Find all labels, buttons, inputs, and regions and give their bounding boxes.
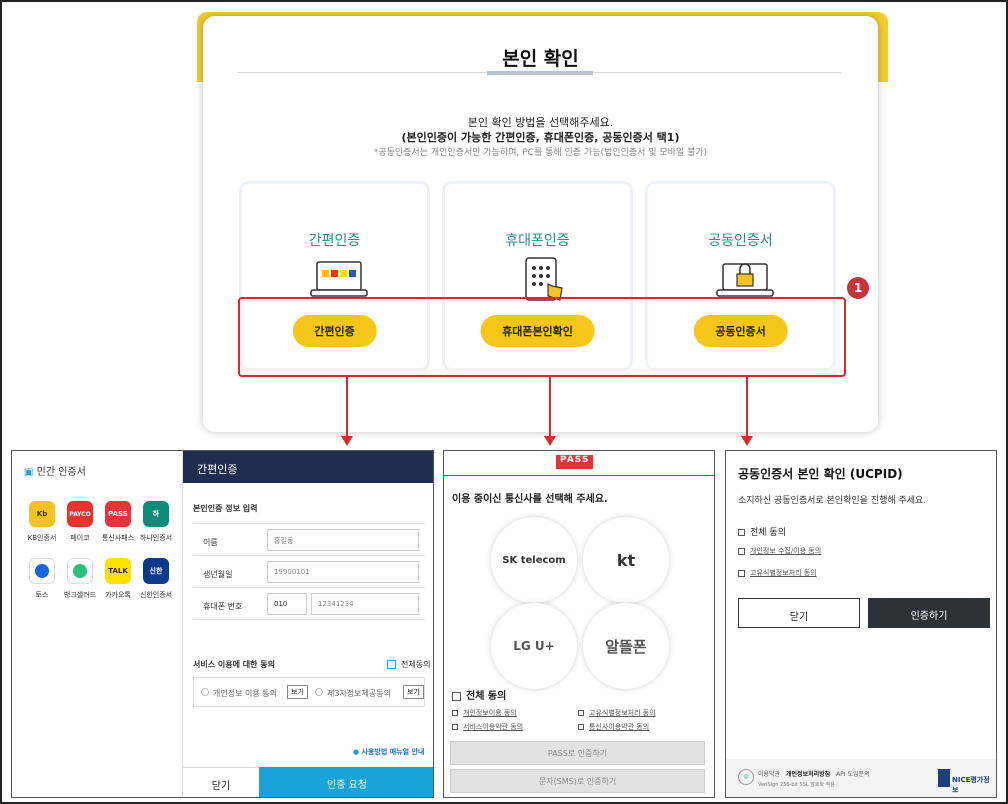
birth-field[interactable]: 19900101 <box>267 561 419 583</box>
certificate-note: *공동인증서는 개인인증서만 가능하며, PC를 통해 인증 가능(법인인증서 … <box>373 148 708 158</box>
arrow-down-icon <box>741 436 753 446</box>
pass-icon: PASS <box>105 501 131 527</box>
title-underline <box>487 71 593 75</box>
user-icon: ● <box>353 748 362 756</box>
step-badge: 1 <box>847 277 869 299</box>
name-field[interactable]: 홍길동 <box>267 529 419 551</box>
kb-icon: Kb <box>29 501 55 527</box>
consent-privacy[interactable]: 개인정보 이용 동의 <box>201 688 277 699</box>
arrow-down-icon <box>544 436 556 446</box>
close-button[interactable]: 닫기 <box>738 598 860 628</box>
carrier-sk[interactable]: SK telecom <box>491 517 577 603</box>
close-button[interactable]: 닫기 <box>183 767 259 797</box>
divider <box>193 587 425 588</box>
carrier-lgu[interactable]: LG U+ <box>491 603 577 689</box>
highlight-box <box>238 297 846 377</box>
kakaotalk-icon: TALK <box>105 558 131 584</box>
app-payco[interactable]: PAYCO 페이코 <box>60 501 100 543</box>
ssl-note: VeriSign 256-bit SSL 암호화 적용 <box>758 782 835 788</box>
private-cert-header: ▣ 민간 인증서 <box>24 467 86 478</box>
ucpid-panel: 공동인증서 본인 확인 (UCPID) 소지하신 공동인증서로 본인확인을 진행… <box>725 450 997 798</box>
auth-form: 간편인증 본인인증 정보 입력 이름 홍길동 생년월일 19900101 휴대폰… <box>182 451 433 797</box>
section-title: 본인인증 정보 입력 <box>193 504 258 513</box>
trust-seal-icon: ◎ <box>738 769 754 785</box>
arrow-down-icon <box>341 436 353 446</box>
view-third-party-button[interactable]: 보기 <box>403 685 424 699</box>
term-service[interactable]: 서비스이용약관 동의 <box>452 722 523 732</box>
agree-all-checkbox[interactable]: 전체 동의 <box>738 525 786 538</box>
term-unique-id[interactable]: 고유식별정보처리 동의 <box>578 708 656 718</box>
privacy-policy-link[interactable]: 개인정보처리방침 <box>786 771 830 778</box>
divider <box>193 555 425 556</box>
hana-icon: 하 <box>143 501 169 527</box>
instruction-subtext: (본인인증이 가능한 간편인증, 휴대폰인증, 공동인증서 택1) <box>401 131 680 144</box>
app-kakaotalk[interactable]: TALK 카카오톡 <box>98 558 138 600</box>
term-privacy[interactable]: 개인정보 수집/이용 동의 <box>738 546 821 556</box>
payco-icon: PAYCO <box>67 501 93 527</box>
instruction-text: 본인 확인 방법을 선택해주세요. <box>467 116 614 129</box>
term-carrier[interactable]: 통신사이용약관 동의 <box>578 722 649 732</box>
term-privacy[interactable]: 개인정보이용 동의 <box>452 708 517 718</box>
card-icon: ▣ <box>24 467 37 478</box>
footer-links: 이용약관 개인정보처리방침 API 도입문의 <box>758 769 870 778</box>
agree-all-checkbox[interactable]: 전체동의 <box>387 659 430 670</box>
page-title: 본인 확인 <box>502 48 579 70</box>
simple-auth-panel: ▣ 민간 인증서 Kb KB인증서 PAYCO 페이코 PASS 통신사패스 하 하나인… <box>11 450 434 798</box>
app-hana[interactable]: 하 하나인증서 <box>136 501 176 543</box>
app-pass[interactable]: PASS 통신사패스 <box>98 501 138 543</box>
carrier-mvno[interactable]: 알뜰폰 <box>583 603 669 689</box>
manual-link[interactable]: ● 사용방법 매뉴얼 안내 <box>353 747 424 757</box>
app-kb[interactable]: Kb KB인증서 <box>22 501 62 543</box>
consent-title: 서비스 이용에 대한 동의 <box>193 660 275 669</box>
nice-logo-text: NICE평가정보 <box>952 776 990 794</box>
arrow-line <box>549 377 551 439</box>
pass-logo: PASS <box>556 455 594 469</box>
divider <box>193 523 425 524</box>
app-toss[interactable]: 토스 <box>22 558 62 600</box>
sms-auth-button[interactable]: 문자(SMS)로 인증하기 <box>450 769 705 793</box>
auth-tab: 간편인증 <box>183 451 433 483</box>
shinhan-icon: 신한 <box>143 558 169 584</box>
ucpid-title: 공동인증서 본인 확인 (UCPID) <box>738 467 903 481</box>
carrier-kt[interactable]: kt <box>583 517 669 603</box>
ucpid-subtitle: 소지하신 공동인증서로 본인확인을 진행해 주세요. <box>738 496 927 506</box>
arrow-line <box>746 377 748 439</box>
nice-logo-icon <box>938 769 950 787</box>
private-cert-list: ▣ 민간 인증서 Kb KB인증서 PAYCO 페이코 PASS 통신사패스 하 하나인… <box>12 451 182 797</box>
carrier-prompt: 이용 중이신 통신사를 선택해 주세요. <box>452 494 608 505</box>
toss-icon <box>29 558 55 584</box>
logo-divider <box>444 475 714 476</box>
banksalad-icon <box>67 558 93 584</box>
pass-auth-button[interactable]: PASS로 인증하기 <box>450 741 705 765</box>
terms-link[interactable]: 이용약관 <box>758 771 780 778</box>
arrow-line <box>346 377 348 439</box>
method-title: 공동인증서 <box>708 233 773 249</box>
pass-panel: PASS 이용 중이신 통신사를 선택해 주세요. SK telecom kt … <box>443 450 715 798</box>
divider <box>193 619 425 620</box>
method-title: 휴대폰인증 <box>505 233 570 249</box>
method-title: 간편인증 <box>308 233 361 249</box>
name-label: 이름 <box>203 538 218 547</box>
consent-third-party[interactable]: 제3자정보제공동의 <box>315 688 391 699</box>
app-shinhan[interactable]: 신한 신한인증서 <box>136 558 176 600</box>
phone-prefix-select[interactable]: 010 <box>267 593 307 615</box>
agree-all-checkbox[interactable]: 전체 동의 <box>452 687 506 702</box>
api-inquiry-link[interactable]: API 도입문의 <box>836 771 869 778</box>
phone-label: 휴대폰 번호 <box>203 602 243 611</box>
app-banksalad[interactable]: 뱅크샐러드 <box>60 558 100 600</box>
term-unique-id[interactable]: 고유식별정보처리 동의 <box>738 568 817 578</box>
request-auth-button[interactable]: 인증 요청 <box>259 767 433 797</box>
view-privacy-button[interactable]: 보기 <box>287 685 308 699</box>
phone-number-field[interactable]: 12341234 <box>311 593 419 615</box>
birth-label: 생년월일 <box>203 570 233 579</box>
confirm-auth-button[interactable]: 인증하기 <box>868 598 990 628</box>
